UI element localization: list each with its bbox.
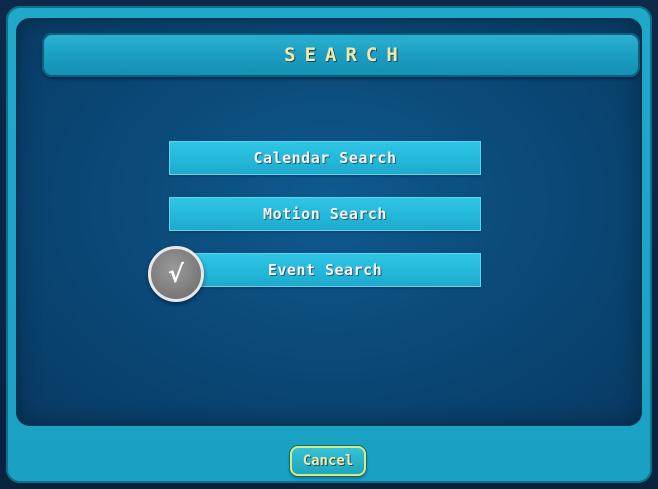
title-bar: SEARCH [42,33,640,77]
search-screen: SEARCH Calendar Search Motion Search Eve… [0,0,658,489]
motion-search-button[interactable]: Motion Search [169,197,481,231]
motion-search-label: Motion Search [263,205,387,223]
cancel-label: Cancel [302,453,354,469]
checkmark-icon: √ [148,246,204,302]
cancel-button[interactable]: Cancel [290,446,366,476]
calendar-search-button[interactable]: Calendar Search [169,141,481,175]
event-search-button[interactable]: Event Search [169,253,481,287]
page-title: SEARCH [284,44,407,66]
calendar-search-label: Calendar Search [253,149,397,167]
event-search-label: Event Search [267,261,383,279]
selection-marker: √ [167,260,184,288]
